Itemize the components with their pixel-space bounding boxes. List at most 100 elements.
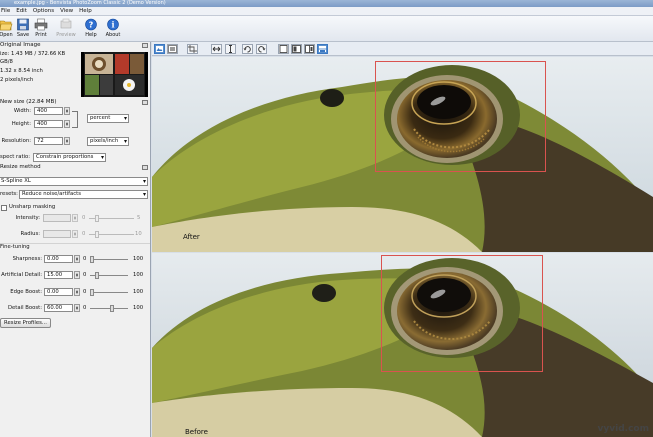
original-image-thumbnail[interactable] <box>81 52 148 97</box>
before-zoom-region[interactable] <box>381 255 543 372</box>
detail-boost-slider[interactable] <box>90 305 128 312</box>
save-button[interactable]: Save <box>13 17 33 41</box>
radius-input[interactable] <box>43 230 71 238</box>
unsharp-masking-checkbox[interactable] <box>1 205 7 211</box>
preview-mode-icon <box>168 45 177 53</box>
before-label: Before <box>185 428 208 436</box>
print-button[interactable]: Print <box>31 17 51 41</box>
presets-select[interactable]: Reduce noise/artifacts <box>19 190 148 199</box>
artificial-detail-slider[interactable] <box>90 272 128 279</box>
preview-label: Preview <box>56 32 76 38</box>
rotate-right-button[interactable] <box>256 44 267 54</box>
new-size-title: New size (22.84 MB) <box>0 99 57 105</box>
side-by-side-icon <box>292 45 301 53</box>
detail-boost-max: 100 <box>133 305 144 311</box>
single-view-button[interactable] <box>278 44 289 54</box>
size-unit-select[interactable]: percent <box>87 114 129 123</box>
about-icon: i <box>107 18 119 31</box>
artificial-detail-spinner[interactable] <box>74 271 80 279</box>
resolution-label: Resolution: <box>1 138 31 144</box>
edge-boost-slider[interactable] <box>90 289 128 296</box>
resolution-input[interactable]: 72 <box>34 137 63 145</box>
width-spinner[interactable] <box>64 107 70 115</box>
aspect-ratio-label: spect ratio: <box>0 154 31 160</box>
sharpness-label: Sharpness: <box>12 256 42 262</box>
collapse-icon[interactable] <box>142 165 148 170</box>
width-input[interactable]: 400 <box>34 107 63 115</box>
edge-boost-spinner[interactable] <box>74 288 80 296</box>
collapse-icon[interactable] <box>142 100 148 105</box>
intensity-spinner[interactable] <box>72 214 78 222</box>
intensity-slider[interactable] <box>89 215 134 222</box>
height-spinner[interactable] <box>64 120 70 128</box>
resize-profiles-button[interactable]: Resize Profiles... <box>0 318 51 328</box>
menu-options[interactable]: Options <box>30 7 57 16</box>
resize-method-title: Resize method <box>0 164 41 170</box>
menu-edit[interactable]: Edit <box>13 7 30 16</box>
menu-file[interactable]: File <box>0 7 13 16</box>
sharpness-slider[interactable] <box>90 256 128 263</box>
menu-help[interactable]: Help <box>76 7 95 16</box>
radius-slider[interactable] <box>89 231 134 238</box>
detail-boost-spinner[interactable] <box>74 304 80 312</box>
original-image-header[interactable]: Original Image <box>0 42 150 49</box>
about-label: About <box>105 32 121 38</box>
edge-boost-min: 0 <box>83 289 87 295</box>
intensity-min: 0 <box>82 215 86 221</box>
original-size-text: ize: 1.43 MB / 372.66 KB <box>0 51 66 57</box>
radius-min: 0 <box>82 231 86 237</box>
intensity-label: Intensity: <box>15 215 40 221</box>
rotate-left-button[interactable] <box>242 44 253 54</box>
side-by-side-button[interactable] <box>291 44 302 54</box>
split-view-button[interactable] <box>154 44 165 54</box>
title-bar: example.jpg - Benvista PhotoZoom Classic… <box>0 0 653 7</box>
preview-icon <box>60 18 72 29</box>
about-button[interactable]: i About <box>103 17 123 41</box>
sharpness-spinner[interactable] <box>74 255 80 263</box>
after-zoom-region[interactable] <box>375 61 546 172</box>
presets-label: resets: <box>0 191 18 197</box>
sharpness-input[interactable]: 0.00 <box>44 255 73 263</box>
unsharp-masking-label: Unsharp masking <box>9 204 56 210</box>
artificial-detail-min: 0 <box>83 272 87 278</box>
edge-boost-label: Edge Boost: <box>10 289 42 295</box>
before-preview-pane[interactable]: Before vyvid.com <box>152 253 653 437</box>
preview-mode-button[interactable] <box>167 44 178 54</box>
resize-method-header[interactable]: Resize method <box>0 164 150 171</box>
radius-spinner[interactable] <box>72 230 78 238</box>
new-size-header[interactable]: New size (22.84 MB) <box>0 99 150 106</box>
help-button[interactable]: ? Help <box>81 17 101 41</box>
aspect-ratio-select[interactable]: Constrain proportions <box>33 153 106 162</box>
preview-button[interactable]: Preview <box>56 17 76 41</box>
print-label: Print <box>35 32 47 38</box>
rotate-right-icon <box>258 46 266 53</box>
flip-vertical-button[interactable] <box>225 44 236 54</box>
resize-method-select[interactable]: S-Spline XL <box>0 177 148 186</box>
open-icon <box>0 20 13 31</box>
detail-boost-input[interactable]: 60.00 <box>44 304 73 312</box>
collapse-icon[interactable] <box>142 43 148 48</box>
original-mode-text: GB/8 <box>0 59 13 65</box>
save-label: Save <box>16 32 30 38</box>
intensity-input[interactable] <box>43 214 71 222</box>
height-input[interactable]: 400 <box>34 120 63 128</box>
split-vertical-button[interactable] <box>304 44 315 54</box>
flip-horizontal-button[interactable] <box>211 44 222 54</box>
menu-view[interactable]: View <box>57 7 76 16</box>
after-preview-pane[interactable]: After <box>152 57 653 252</box>
crop-button[interactable] <box>187 44 198 54</box>
original-dimensions-text: 1.32 x 8.54 inch <box>0 68 43 74</box>
artificial-detail-label: Artificial Detail: <box>1 272 42 278</box>
resolution-unit-select[interactable]: pixels/inch <box>87 137 129 146</box>
sharpness-min: 0 <box>83 256 87 262</box>
edge-boost-max: 100 <box>133 289 144 295</box>
resolution-spinner[interactable] <box>64 137 70 145</box>
detail-boost-min: 0 <box>83 305 87 311</box>
edge-boost-input[interactable]: 0.00 <box>44 288 73 296</box>
split-horizontal-button[interactable] <box>317 44 328 54</box>
artificial-detail-input[interactable]: 15.00 <box>44 271 73 279</box>
watermark: vyvid.com <box>597 424 649 434</box>
after-label: After <box>183 233 200 241</box>
aspect-link-icon[interactable] <box>72 111 78 128</box>
flip-horizontal-icon <box>212 46 221 52</box>
